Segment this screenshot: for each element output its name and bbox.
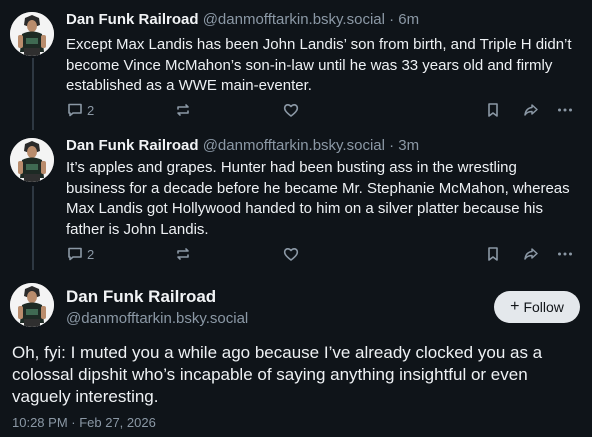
reply-button[interactable]: 2 [66, 99, 94, 121]
author-name[interactable]: Dan Funk Railroad [66, 11, 199, 28]
separator: · [389, 11, 395, 28]
author-handle[interactable]: @danmofftarkin.bsky.social [66, 310, 248, 327]
more-options-button[interactable] [556, 99, 574, 121]
more-options-button[interactable] [556, 243, 574, 265]
reply-post-1[interactable]: Dan Funk Railroad @danmofftarkin.bsky.so… [0, 0, 592, 130]
share-button[interactable] [522, 99, 540, 121]
post-text: Oh, fyi: I muted you a while ago because… [12, 343, 543, 406]
bookmark-icon [484, 101, 502, 119]
repost-button[interactable] [174, 99, 195, 121]
post-actions: 2 [66, 243, 586, 265]
reply-icon [66, 101, 84, 119]
thread-line [32, 58, 34, 130]
post-text: Except Max Landis has been John Landis’ … [66, 36, 572, 94]
like-button[interactable] [282, 243, 303, 265]
reply-post-2[interactable]: Dan Funk Railroad @danmofftarkin.bsky.so… [0, 130, 592, 270]
author-handle[interactable]: @danmofftarkin.bsky.social [203, 137, 385, 154]
share-icon [522, 245, 540, 263]
plus-icon: + [510, 298, 520, 315]
follow-label: Follow [523, 299, 564, 315]
post-meta: Dan Funk Railroad @danmofftarkin.bsky.so… [66, 11, 419, 28]
post-meta: Dan Funk Railroad @danmofftarkin.bsky.so… [66, 137, 419, 154]
like-button[interactable] [282, 99, 303, 121]
post-time[interactable]: 6m [398, 11, 419, 28]
repost-button[interactable] [174, 243, 195, 265]
author-name[interactable]: Dan Funk Railroad [66, 287, 216, 307]
reply-count: 2 [87, 102, 95, 118]
more-options-icon [556, 101, 574, 119]
post-time[interactable]: 3m [398, 137, 419, 154]
post-timestamp[interactable]: 10:28 PM · Feb 27, 2026 [12, 415, 156, 430]
avatar[interactable] [10, 12, 54, 56]
author-name[interactable]: Dan Funk Railroad [66, 137, 199, 154]
reply-icon [66, 245, 84, 263]
post-actions: 2 [66, 99, 586, 121]
share-icon [522, 101, 540, 119]
separator: · [389, 137, 395, 154]
repost-icon [174, 101, 192, 119]
author-handle[interactable]: @danmofftarkin.bsky.social [203, 11, 385, 28]
reply-count: 2 [87, 246, 95, 262]
avatar[interactable] [10, 138, 54, 182]
follow-button[interactable]: + Follow [494, 291, 580, 323]
bookmark-button[interactable] [484, 99, 502, 121]
bookmark-button[interactable] [484, 243, 502, 265]
post-text: It’s apples and grapes. Hunter had been … [66, 159, 570, 238]
more-options-icon [556, 245, 574, 263]
repost-icon [174, 245, 192, 263]
thread-line [32, 186, 34, 270]
heart-icon [282, 101, 300, 119]
avatar[interactable] [10, 283, 54, 327]
heart-icon [282, 245, 300, 263]
bookmark-icon [484, 245, 502, 263]
reply-button[interactable]: 2 [66, 243, 94, 265]
share-button[interactable] [522, 243, 540, 265]
